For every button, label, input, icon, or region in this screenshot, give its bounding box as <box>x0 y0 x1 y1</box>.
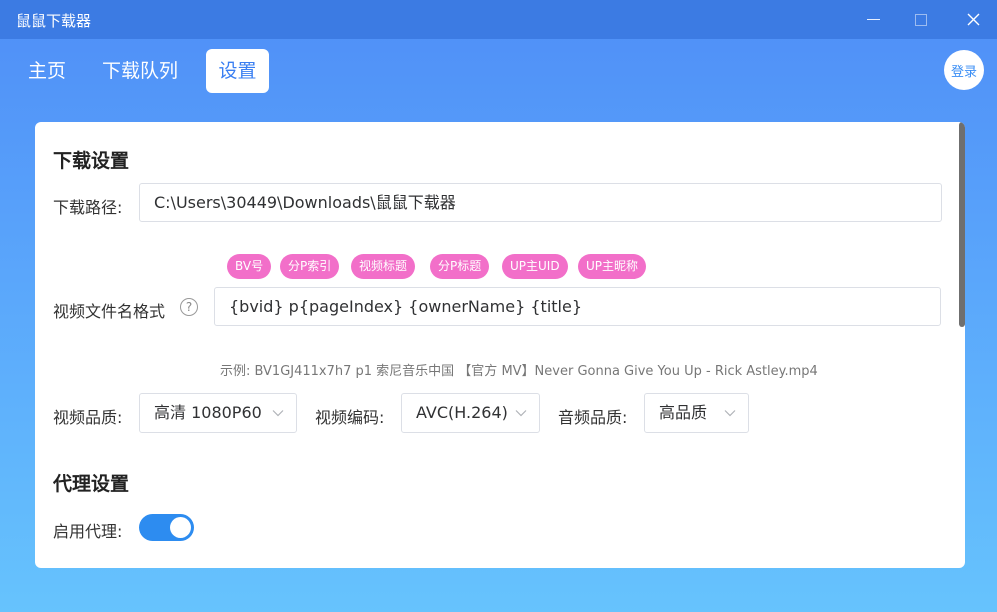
help-icon[interactable]: ? <box>180 298 198 316</box>
enable-proxy-label: 启用代理: <box>53 522 123 541</box>
audio-quality-select[interactable]: 高品质 <box>644 393 749 433</box>
chevron-down-icon <box>515 410 527 417</box>
tag-bvid[interactable]: BV号 <box>227 254 272 279</box>
tag-owner-uid[interactable]: UP主UID <box>502 254 568 279</box>
settings-card: 下载设置 下载路径: C:\Users\30449\Downloads\鼠鼠下载… <box>35 122 965 568</box>
tag-page-title[interactable]: 分P标题 <box>430 254 490 279</box>
video-codec-select[interactable]: AVC(H.264) <box>401 393 540 433</box>
tab-home[interactable]: 主页 <box>16 49 78 93</box>
login-button[interactable]: 登录 <box>944 50 984 90</box>
tag-video-title[interactable]: 视频标题 <box>351 254 416 279</box>
scrollbar[interactable] <box>957 122 965 568</box>
chevron-down-icon <box>724 410 736 417</box>
enable-proxy-toggle[interactable] <box>139 514 194 541</box>
maximize-icon <box>915 13 927 26</box>
maximize-button[interactable] <box>898 0 944 39</box>
close-icon <box>967 13 979 26</box>
video-quality-select[interactable]: 高清 1080P60 <box>139 393 297 433</box>
download-settings-title: 下载设置 <box>53 150 130 172</box>
tab-settings[interactable]: 设置 <box>206 49 269 93</box>
proxy-settings-title: 代理设置 <box>53 473 130 495</box>
download-path-input[interactable]: C:\Users\30449\Downloads\鼠鼠下载器 <box>139 183 942 222</box>
filename-format-label: 视频文件名格式 <box>53 302 166 321</box>
window-title: 鼠鼠下载器 <box>16 12 92 30</box>
video-quality-label: 视频品质: <box>53 408 123 427</box>
title-bar: 鼠鼠下载器 <box>0 0 997 39</box>
video-codec-value: AVC(H.264) <box>416 403 508 422</box>
toggle-knob <box>170 517 191 538</box>
tab-download-queue[interactable]: 下载队列 <box>90 49 190 93</box>
video-quality-value: 高清 1080P60 <box>154 403 262 422</box>
scrollbar-thumb[interactable] <box>959 122 965 327</box>
audio-quality-value: 高品质 <box>659 403 708 422</box>
minimize-icon <box>866 19 880 20</box>
video-codec-label: 视频编码: <box>315 408 385 427</box>
download-path-label: 下载路径: <box>53 198 123 217</box>
filename-format-input[interactable]: {bvid} p{pageIndex} {ownerName} {title} <box>214 287 941 326</box>
minimize-button[interactable] <box>850 0 896 39</box>
close-button[interactable] <box>950 0 996 39</box>
tag-owner-name[interactable]: UP主昵称 <box>578 254 647 279</box>
filename-example: 示例: BV1GJ411x7h7 p1 索尼音乐中国 【官方 MV】Never … <box>220 364 818 379</box>
tag-page-index[interactable]: 分P索引 <box>280 254 340 279</box>
chevron-down-icon <box>272 410 284 417</box>
audio-quality-label: 音频品质: <box>558 408 628 427</box>
